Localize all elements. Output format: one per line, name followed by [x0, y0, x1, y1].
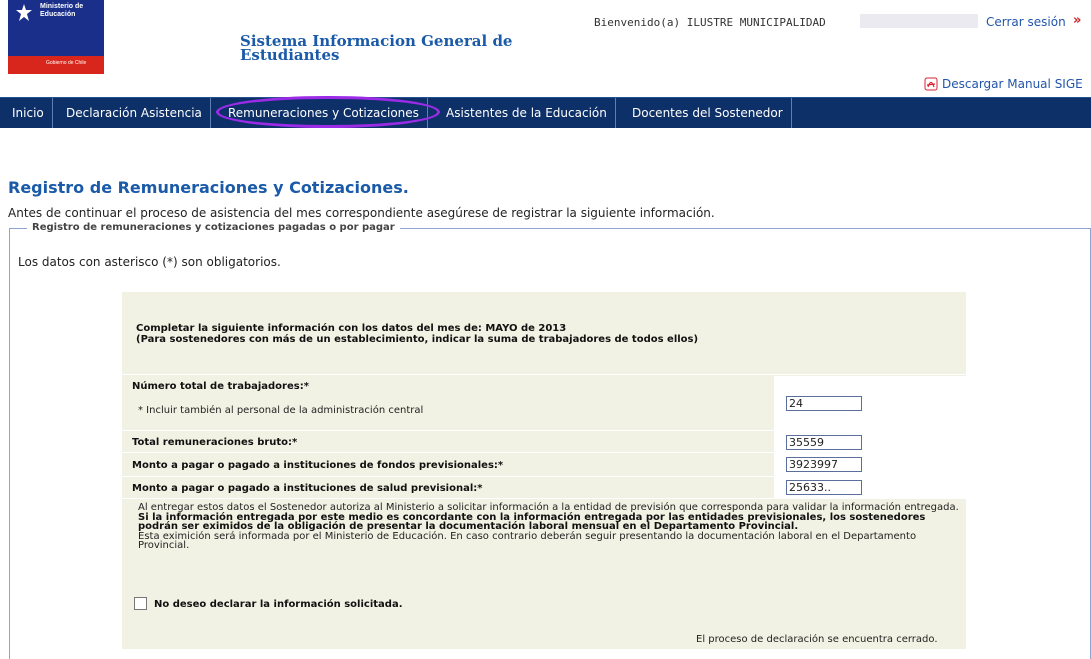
row-divider: [122, 430, 966, 431]
pension-amount-input[interactable]: [786, 457, 862, 472]
intro-text: Antes de continuar el proceso de asisten…: [8, 206, 715, 220]
opt-out-label[interactable]: No deseo declarar la información solicit…: [154, 599, 403, 610]
disclaimer-exemption: Si la información entregada por este med…: [138, 512, 926, 532]
logo-subtext: Gobierno de Chile: [46, 60, 87, 66]
header: Ministerio de Educación Gobierno de Chil…: [0, 0, 1091, 97]
process-closed-status: El proceso de declaración se encuentra c…: [696, 634, 938, 645]
total-workers-note: * Incluir también al personal de la admi…: [138, 405, 424, 416]
ministry-logo[interactable]: Ministerio de Educación Gobierno de Chil…: [8, 0, 104, 74]
row-divider: [122, 374, 966, 375]
total-workers-input[interactable]: [786, 396, 862, 411]
period-line: Completar la siguiente información con l…: [136, 323, 567, 334]
period-instructions: Completar la siguiente información con l…: [136, 323, 698, 345]
row-divider: [122, 452, 966, 453]
disclaimer-authorization: Al entregar estos datos el Sostenedor au…: [138, 502, 959, 513]
nav-highlight-marker: [216, 96, 440, 128]
disclaimer-notice: Esta eximición será informada por el Min…: [138, 531, 917, 551]
pension-amount-label: Monto a pagar o pagado a instituciones d…: [132, 460, 504, 471]
chile-seal-icon: [16, 4, 32, 21]
username-redacted: [860, 14, 978, 28]
disclaimer: Al entregar estos datos el Sostenedor au…: [138, 503, 962, 551]
logout-icon[interactable]: »: [1073, 13, 1081, 28]
period-line-note: (Para sostenedores con más de un estable…: [136, 334, 699, 345]
nav-item-declaracion-asistencia[interactable]: Declaración Asistencia: [58, 98, 211, 128]
total-workers-label: Número total de trabajadores:*: [132, 381, 309, 392]
logout-link[interactable]: Cerrar sesión: [986, 15, 1066, 29]
welcome-text: Bienvenido(a) ILUSTRE MUNICIPALIDAD: [594, 16, 826, 29]
system-title: Sistema Informacion General de Estudiant…: [240, 32, 513, 64]
download-manual-link[interactable]: Descargar Manual SIGE: [942, 77, 1083, 91]
nav-item-asistentes[interactable]: Asistentes de la Educación: [438, 98, 616, 128]
gross-remuneration-label: Total remuneraciones bruto:*: [132, 437, 298, 448]
nav-item-inicio[interactable]: Inicio: [4, 98, 53, 128]
main-nav: Inicio Declaración Asistencia Remuneraci…: [0, 97, 1091, 128]
health-amount-label: Monto a pagar o pagado a instituciones d…: [132, 483, 483, 494]
logo-text: Ministerio de Educación: [40, 3, 84, 18]
required-note: Los datos con asterisco (*) son obligato…: [18, 255, 281, 269]
gross-remuneration-input[interactable]: [786, 435, 862, 450]
health-amount-input[interactable]: [786, 480, 862, 495]
row-divider: [122, 476, 966, 477]
pdf-icon[interactable]: [924, 77, 938, 91]
page-title: Registro de Remuneraciones y Cotizacione…: [8, 178, 409, 197]
opt-out-checkbox[interactable]: [134, 597, 147, 610]
nav-item-docentes[interactable]: Docentes del Sostenedor: [624, 98, 792, 128]
row-divider: [122, 498, 966, 499]
fieldset-legend: Registro de remuneraciones y cotizacione…: [27, 222, 400, 233]
